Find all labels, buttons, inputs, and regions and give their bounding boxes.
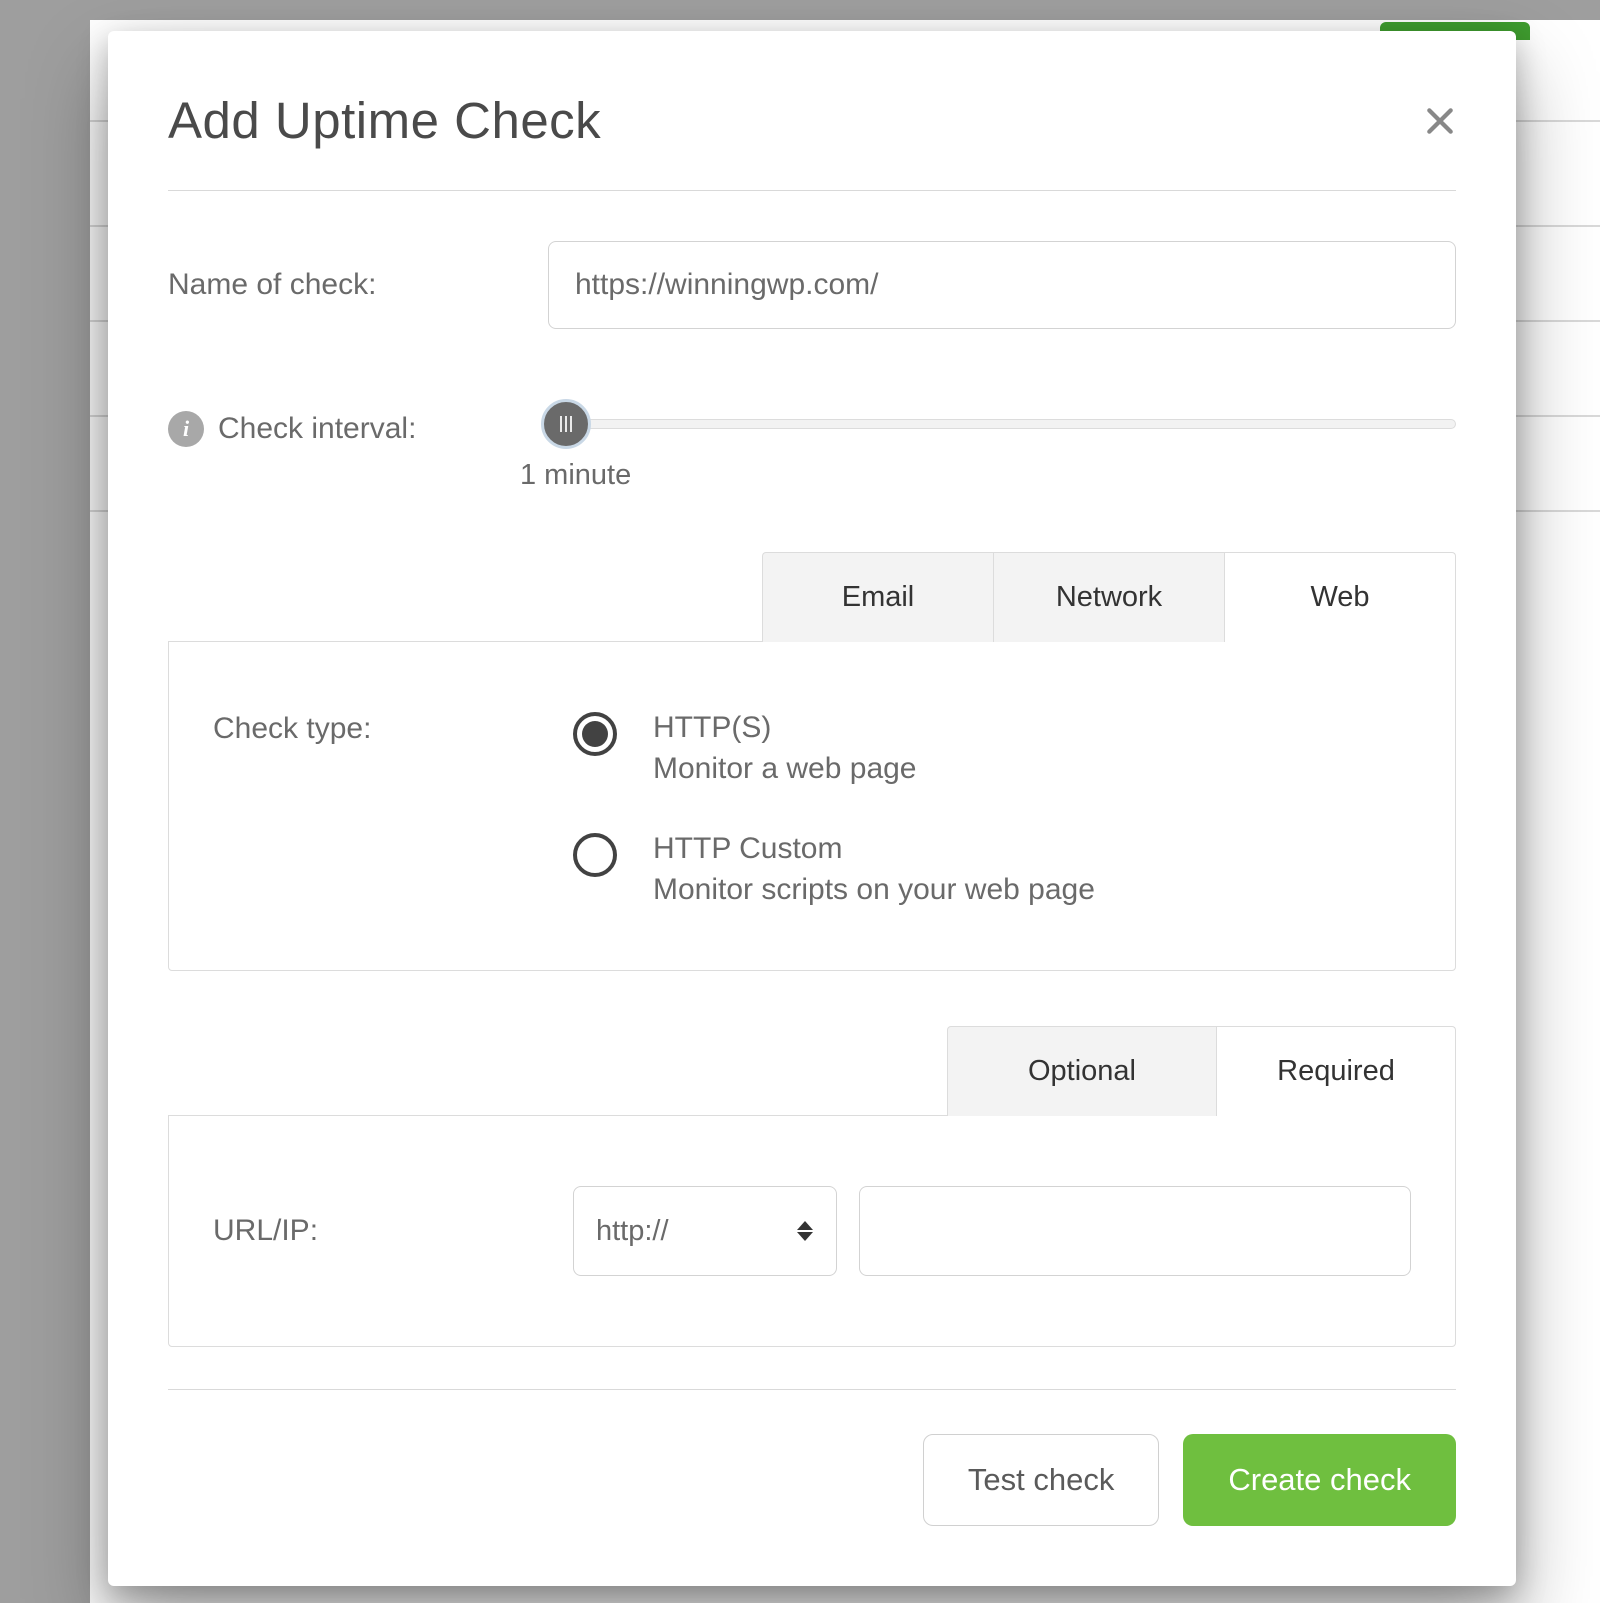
protocol-value: http:// (596, 1215, 669, 1248)
radio-icon (573, 712, 617, 756)
radio-text: HTTP Custom Monitor scripts on your web … (653, 829, 1095, 910)
modal-header: Add Uptime Check (108, 31, 1516, 190)
close-button[interactable] (1414, 95, 1466, 147)
add-uptime-check-modal: Add Uptime Check Name of check: i Check … (108, 31, 1516, 1586)
check-type-section: Email Network Web Check type: HTTP(S) Mo… (168, 552, 1456, 971)
check-type-label-col: Check type: (213, 702, 573, 746)
create-check-button[interactable]: Create check (1183, 1434, 1456, 1526)
settings-section: Optional Required URL/IP: http:// (168, 1026, 1456, 1347)
interval-slider[interactable] (548, 419, 1456, 429)
url-input[interactable] (859, 1186, 1411, 1276)
interval-label: Check interval: (218, 412, 416, 446)
tab-email[interactable]: Email (762, 552, 994, 642)
settings-box: URL/IP: http:// (168, 1115, 1456, 1347)
interval-value: 1 minute (520, 459, 1456, 492)
url-ip-row: URL/IP: http:// (213, 1186, 1411, 1276)
check-type-radio-group: HTTP(S) Monitor a web page HTTP Custom M… (573, 702, 1411, 910)
interval-label-col: i Check interval: (168, 399, 548, 447)
settings-tabs: Optional Required (168, 1026, 1456, 1116)
radio-subtitle: Monitor a web page (653, 749, 917, 790)
name-input[interactable] (548, 241, 1456, 329)
modal-footer: Test check Create check (108, 1390, 1516, 1586)
tab-required[interactable]: Required (1216, 1026, 1456, 1116)
name-row: Name of check: (168, 241, 1456, 329)
interval-row: i Check interval: 1 minute (168, 399, 1456, 492)
radio-option-http-custom[interactable]: HTTP Custom Monitor scripts on your web … (573, 829, 1411, 910)
radio-icon (573, 833, 617, 877)
check-type-box: Check type: HTTP(S) Monitor a web page (168, 641, 1456, 971)
check-type-tabs: Email Network Web (168, 552, 1456, 642)
radio-option-https[interactable]: HTTP(S) Monitor a web page (573, 708, 1411, 789)
tab-optional[interactable]: Optional (947, 1026, 1217, 1116)
url-ip-label-col: URL/IP: (213, 1214, 573, 1248)
info-icon[interactable]: i (168, 411, 204, 447)
test-check-button[interactable]: Test check (923, 1434, 1159, 1526)
interval-slider-area: 1 minute (548, 399, 1456, 492)
check-type-row: Check type: HTTP(S) Monitor a web page (213, 702, 1411, 910)
modal-body[interactable]: Name of check: i Check interval: 1 minut… (108, 191, 1516, 1389)
close-icon (1424, 105, 1456, 137)
modal-title: Add Uptime Check (168, 91, 601, 150)
interval-slider-thumb[interactable] (541, 399, 591, 449)
name-label: Name of check: (168, 268, 376, 302)
protocol-select[interactable]: http:// (573, 1186, 837, 1276)
radio-title: HTTP(S) (653, 708, 917, 749)
updown-icon (796, 1221, 814, 1241)
tab-web[interactable]: Web (1224, 552, 1456, 642)
radio-title: HTTP Custom (653, 829, 1095, 870)
radio-subtitle: Monitor scripts on your web page (653, 870, 1095, 911)
name-label-col: Name of check: (168, 268, 548, 302)
tab-network[interactable]: Network (993, 552, 1225, 642)
check-type-label: Check type: (213, 712, 371, 746)
url-ip-label: URL/IP: (213, 1214, 318, 1248)
radio-text: HTTP(S) Monitor a web page (653, 708, 917, 789)
